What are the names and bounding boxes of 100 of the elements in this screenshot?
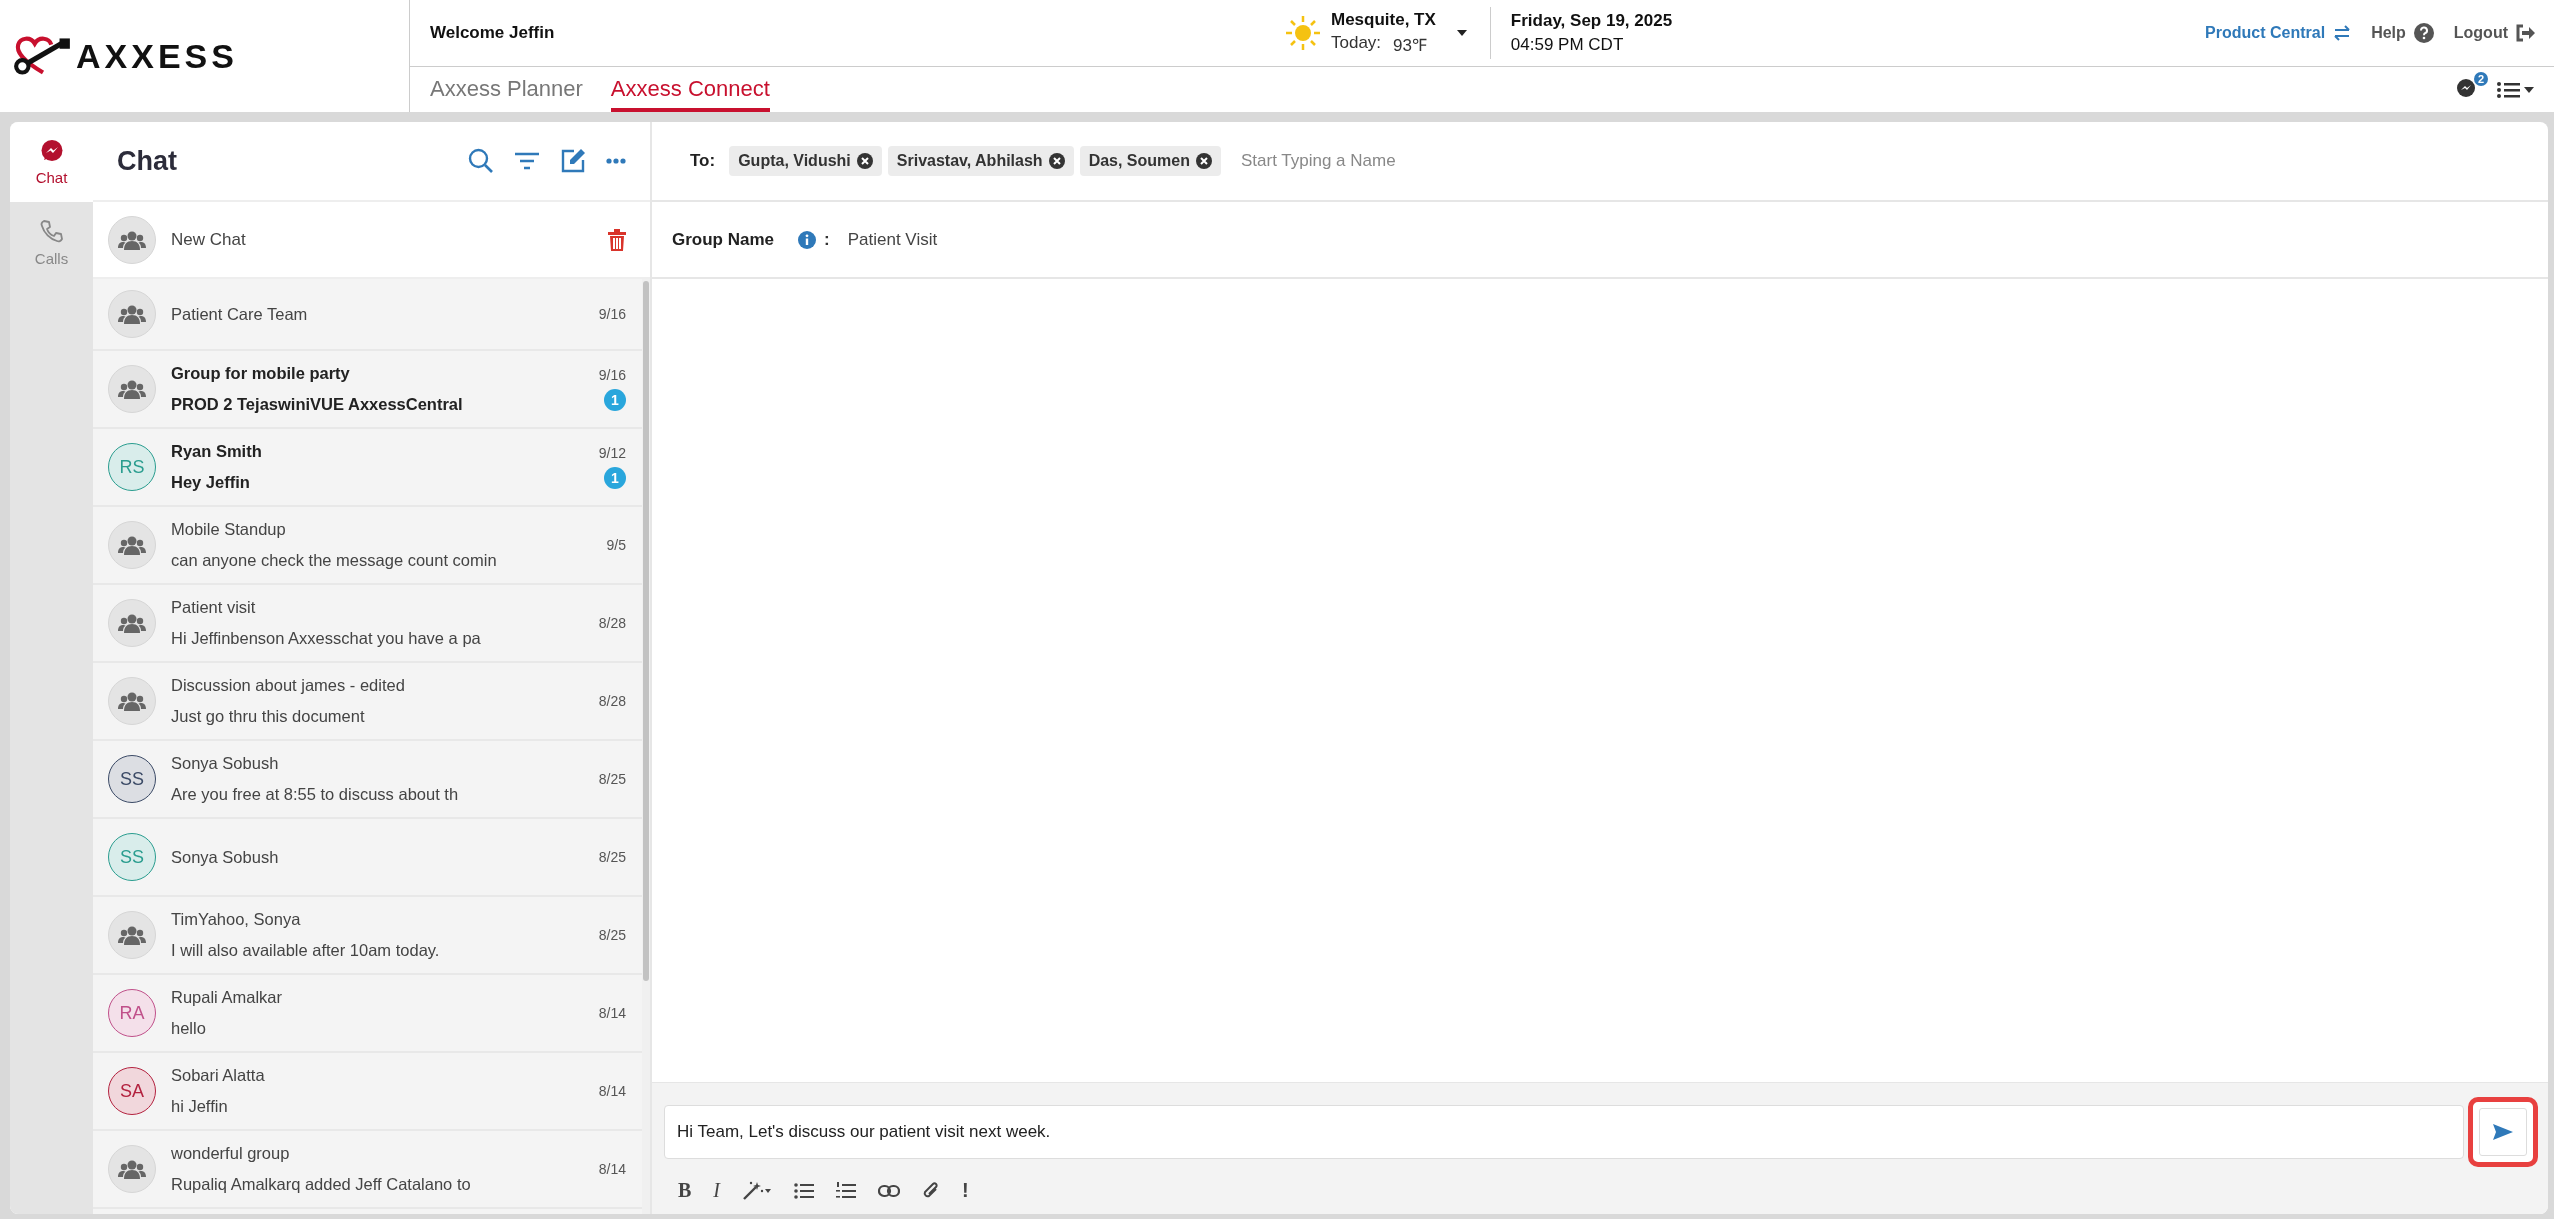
format-button[interactable]: B — [678, 1179, 692, 1202]
message-preview: hello — [171, 1019, 207, 1038]
bullet-list-icon[interactable] — [794, 1182, 814, 1199]
chat-title: Chat — [117, 145, 177, 177]
chat-name: Group for mobile party — [171, 364, 351, 383]
chat-list-item[interactable]: Patient Care Team 9/16 — [93, 279, 642, 351]
chat-date: 9/16 — [598, 306, 626, 322]
search-icon[interactable] — [468, 148, 494, 174]
welcome-text: Welcome Jeffin — [430, 23, 556, 43]
list-menu-icon[interactable] — [2496, 80, 2536, 99]
message-preview: PROD 2 TejaswiniVUE AxxessCentral — [171, 395, 464, 414]
header-link[interactable]: Help — [2371, 24, 2406, 42]
swap-arrows-icon[interactable] — [2333, 25, 2352, 41]
chat-list-item[interactable]: SA Sobari Alatta hi Jeffin 8/14 — [93, 1053, 642, 1131]
recipient-chip[interactable]: Gupta, Vidushi — [729, 146, 882, 176]
chat-list-item[interactable]: Patient visit Hi Jeffinbenson Axxesschat you have a pa 8/28 — [93, 585, 642, 663]
message-preview: Rupaliq Amalkarq added Jeff Catalano to — [171, 1175, 472, 1194]
info-icon[interactable] — [798, 230, 817, 249]
people-icon — [118, 925, 146, 945]
chat-name: Discussion about james - edited — [171, 676, 406, 695]
chat-name: Patient Care Team — [171, 304, 309, 324]
remove-icon[interactable] — [1048, 153, 1065, 169]
temperature-text: 93℉ — [1393, 35, 1427, 56]
numbered-list-icon[interactable] — [836, 1181, 856, 1200]
format-button[interactable]: ! — [962, 1179, 969, 1202]
recipient-field[interactable]: Start Typing a Name — [1239, 150, 1643, 172]
message-preview: I will also available after 10am today. — [171, 941, 441, 960]
chat-list-item[interactable]: RA Rupali Amalkar hello 8/14 — [93, 975, 642, 1053]
remove-icon[interactable] — [856, 153, 873, 169]
initials-avatar: SA — [108, 1067, 156, 1115]
people-icon — [118, 613, 146, 633]
chat-list-item[interactable]: SS Sonya Sobush 8/25 — [93, 819, 642, 897]
chat-name: Sonya Sobush — [171, 847, 280, 867]
header-link[interactable]: Product Central — [2205, 24, 2326, 42]
message-preview: Hey Jeffin — [171, 473, 251, 492]
remove-icon[interactable] — [1196, 153, 1212, 169]
chat-list-item[interactable]: TimYahoo, Sonya I will also available after 10am today. 8/25 — [93, 897, 642, 975]
messenger-icon[interactable] — [2456, 77, 2476, 98]
chat-list-item[interactable]: Mobile Standup can anyone check the message count comin 9/5 — [93, 507, 642, 585]
format-button[interactable]: I — [713, 1179, 720, 1202]
message-preview: hi Jeffin — [171, 1097, 229, 1116]
compose-icon[interactable] — [560, 148, 586, 174]
recipient-chip[interactable]: Srivastav, Abhilash — [887, 146, 1074, 176]
chat-name: Patient visit — [171, 598, 257, 617]
message-field[interactable]: Hi Team, Let's discuss our patient visit next week. — [664, 1105, 2464, 1159]
help-icon[interactable] — [2413, 23, 2434, 43]
chat-list-item[interactable]: Group for mobile party PROD 2 TejaswiniVUE AxxessCentral 9/16 1 — [93, 351, 642, 429]
recipient-chip[interactable]: Das, Soumen — [1079, 146, 1221, 176]
chat-list-item[interactable]: SS Sonya Sobush Are you free at 8:55 to discuss about th 8/25 — [93, 741, 642, 819]
logout-icon[interactable] — [2516, 24, 2536, 42]
initials-avatar: SS — [108, 755, 156, 803]
chat-date: 9/12 — [598, 445, 626, 461]
send-button[interactable] — [2479, 1108, 2527, 1156]
header-link[interactable]: Logout — [2453, 24, 2508, 42]
filter-icon[interactable] — [514, 151, 540, 171]
people-icon — [118, 304, 146, 324]
chat-date: 8/28 — [598, 615, 626, 631]
notification-badge: 2 — [2473, 71, 2488, 86]
nav-tab[interactable]: Axxess Planner — [430, 76, 583, 112]
chat-list-item[interactable]: wonderful group Rupaliq Amalkarq added Jeff Catalano to 8/14 — [93, 1131, 642, 1209]
chat-name: Sonya Sobush — [171, 754, 280, 773]
chat-list-item[interactable]: Discussion about james - edited Just go thru this document 8/28 — [93, 663, 642, 741]
group-name-value: Patient Visit — [847, 229, 938, 250]
people-icon — [118, 691, 146, 711]
phone-icon — [38, 217, 65, 244]
chat-name: TimYahoo, Sonya — [171, 910, 302, 929]
chat-name: Rupali Amalkar — [171, 988, 283, 1007]
time-text: 04:59 PM CDT — [1510, 35, 1625, 55]
link-icon[interactable] — [878, 1183, 900, 1198]
message-preview: Hi Jeffinbenson Axxesschat you have a pa — [171, 629, 482, 648]
rail-tab[interactable]: Chat — [10, 122, 93, 202]
more-icon[interactable] — [606, 158, 626, 164]
chat-list-item[interactable]: RS Ryan Smith Hey Jeffin 9/12 1 — [93, 429, 642, 507]
chat-date: 9/16 — [598, 367, 626, 383]
weather-location: Mesquite, TX — [1331, 10, 1436, 30]
chat-date: 8/14 — [598, 1005, 626, 1021]
chat-name: wonderful group — [171, 1144, 291, 1163]
unread-badge: 1 — [604, 467, 626, 489]
initials-avatar: RS — [108, 443, 156, 491]
message-preview: Just go thru this document — [171, 707, 366, 726]
date-text: Friday, Sep 19, 2025 — [1510, 11, 1673, 31]
chat-name: Sobari Alatta — [171, 1066, 266, 1085]
chat-date: 8/25 — [598, 849, 626, 865]
chat-date: 8/14 — [598, 1161, 626, 1177]
scrollbar-thumb[interactable] — [643, 281, 649, 981]
chat-name: Ryan Smith — [171, 442, 263, 461]
axxess-logo: AXXESS — [12, 35, 238, 77]
people-icon — [118, 1159, 146, 1179]
chat-bubble-icon — [39, 138, 64, 163]
chat-date: 8/25 — [598, 927, 626, 943]
initials-avatar: SS — [108, 833, 156, 881]
sun-icon — [1285, 15, 1321, 51]
chat-date: 8/14 — [598, 1083, 626, 1099]
caret-icon[interactable] — [1455, 29, 1468, 37]
people-icon — [118, 535, 146, 555]
magic-wand-icon[interactable] — [742, 1180, 772, 1201]
unread-badge: 1 — [604, 389, 626, 411]
new-chat-label: New Chat — [171, 229, 246, 250]
chat-name: Mobile Standup — [171, 520, 287, 539]
trash-icon[interactable] — [608, 228, 626, 251]
